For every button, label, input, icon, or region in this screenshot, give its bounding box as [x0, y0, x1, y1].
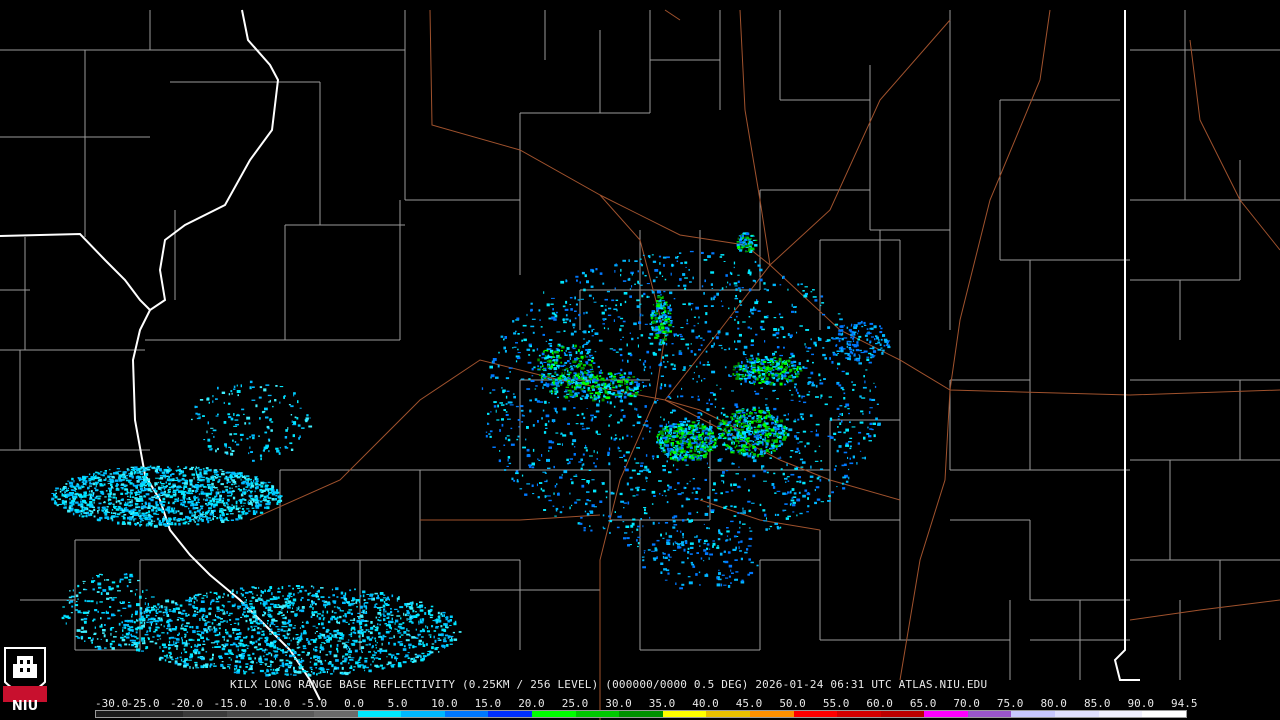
colorbar-segment: [924, 711, 968, 717]
scale-label: 50.0: [779, 697, 806, 710]
scale-label: -5.0: [300, 697, 328, 710]
scale-label: 15.0: [474, 697, 502, 710]
colorbar-segment: [183, 711, 227, 717]
radar-map: [0, 0, 1280, 720]
colorbar-segment: [1011, 711, 1056, 717]
colorbar-segment: [1055, 711, 1099, 717]
scale-label: -10.0: [257, 697, 291, 710]
scale-label: 75.0: [996, 697, 1024, 710]
scale-label: 10.0: [431, 697, 458, 710]
product-caption: KILX LONG RANGE BASE REFLECTIVITY (0.25K…: [230, 678, 988, 691]
colorbar-segment: [967, 711, 1012, 717]
scale-label: 94.5: [1171, 697, 1198, 710]
colorbar-segment: [313, 711, 358, 717]
niu-logo-text: NIU: [11, 699, 39, 714]
colorbar-segment: [531, 711, 576, 717]
scale-label: 85.0: [1083, 697, 1111, 710]
scale-label: 20.0: [518, 697, 545, 710]
scale-label: -15.0: [213, 697, 247, 710]
colorbar-segment: [619, 711, 663, 717]
niu-logo: NIU: [3, 646, 47, 716]
scale-label: 0.0: [344, 697, 364, 710]
colorbar-segment: [1098, 711, 1143, 717]
colorbar-segment: [662, 711, 707, 717]
scale-label: 65.0: [909, 697, 937, 710]
colorbar-segment: [749, 711, 794, 717]
scale-label: 70.0: [953, 697, 980, 710]
colorbar-segment: [837, 711, 881, 717]
reflectivity-colorbar: [95, 710, 1187, 718]
colorbar-segment: [226, 711, 271, 717]
colorbar-segment: [706, 711, 750, 717]
reflectivity-scale-labels: -30.0 -25.0 -20.0 -15.0 -10.0 -5.0 0.0 5.0 10.0 1…: [95, 697, 1198, 710]
colorbar-segment: [1142, 711, 1186, 717]
scale-label: 30.0: [605, 697, 632, 710]
scale-label: 90.0: [1127, 697, 1154, 710]
scale-label: 80.0: [1040, 697, 1067, 710]
scale-label: 60.0: [866, 697, 893, 710]
colorbar-segment: [793, 711, 838, 717]
colorbar-segment: [488, 711, 532, 717]
scale-label: 5.0: [387, 697, 408, 710]
scale-label: 40.0: [692, 697, 719, 710]
scale-label: 45.0: [735, 697, 763, 710]
niu-shield-icon: [3, 647, 47, 702]
scale-label: -25.0: [126, 697, 160, 710]
colorbar-segment: [357, 711, 402, 717]
colorbar-segment: [270, 711, 314, 717]
colorbar-segment: [444, 711, 489, 717]
colorbar-segment: [575, 711, 620, 717]
colorbar-segment: [139, 711, 184, 717]
scale-label: 25.0: [561, 697, 589, 710]
scale-label: -30.0: [95, 697, 129, 710]
scale-label: -20.0: [170, 697, 204, 710]
colorbar-segment: [96, 711, 140, 717]
scale-label: 35.0: [648, 697, 676, 710]
colorbar-segment: [880, 711, 925, 717]
colorbar-segment: [401, 711, 445, 717]
scale-label: 55.0: [822, 697, 850, 710]
